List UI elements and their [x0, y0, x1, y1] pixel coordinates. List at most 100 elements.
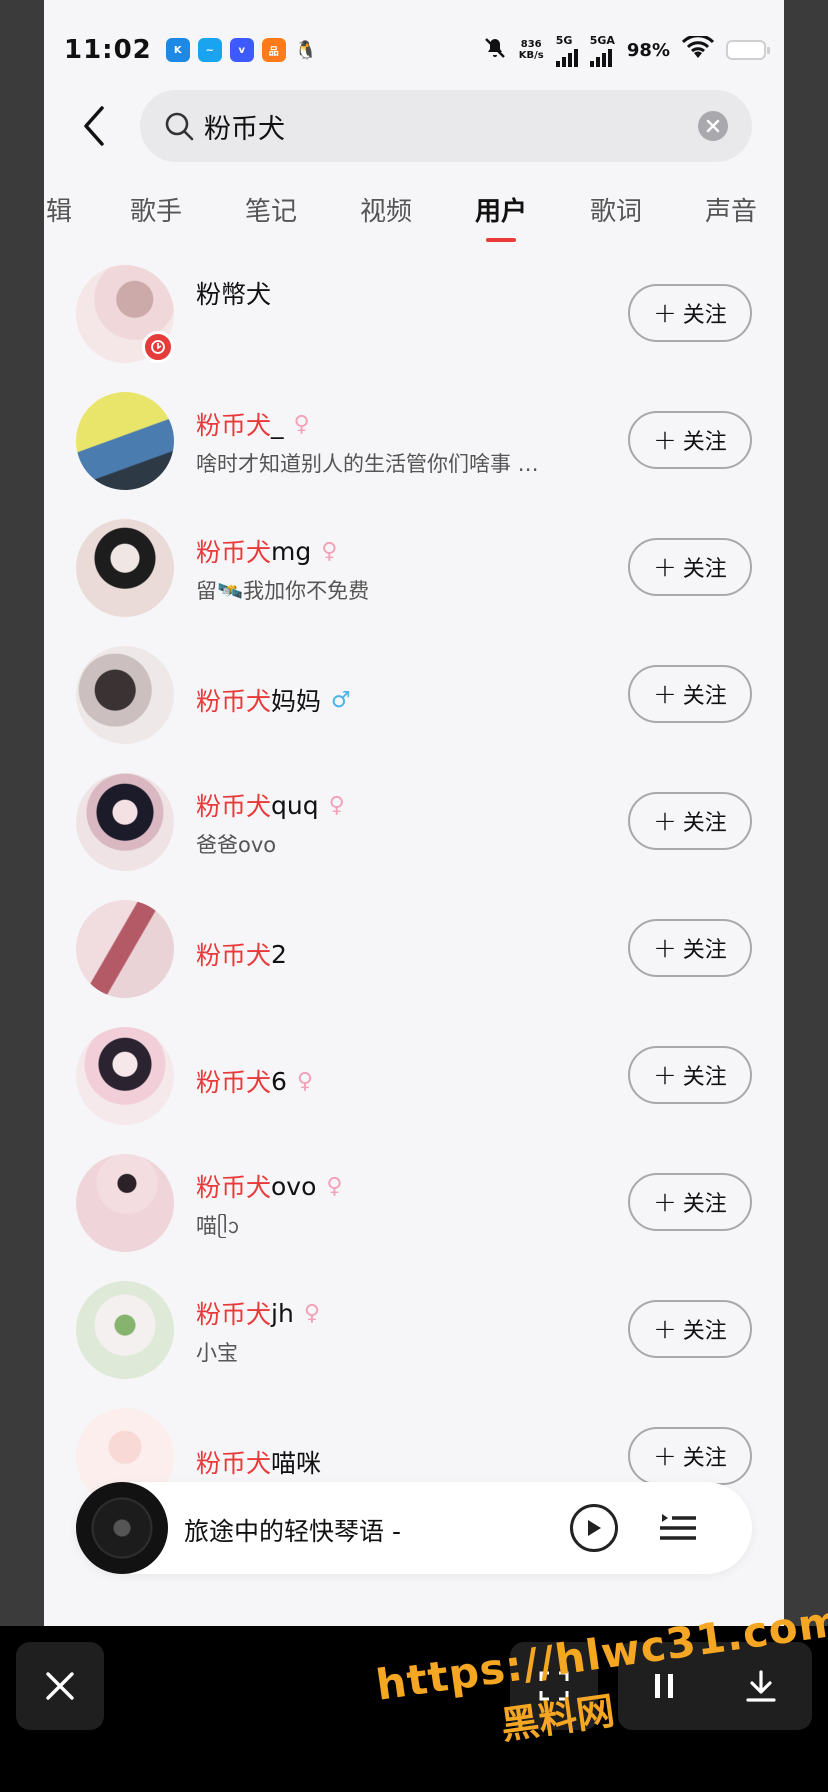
clear-search-button[interactable] [698, 111, 728, 141]
tab-notes[interactable]: 笔记 [245, 192, 297, 248]
tab-sounds[interactable]: 声音 [705, 192, 757, 248]
wifi-icon [681, 34, 715, 64]
song-title[interactable]: 旅途中的轻快琴语 - [184, 1512, 401, 1548]
plus-icon: + [653, 1185, 677, 1218]
follow-button[interactable]: + 关注 [628, 1300, 752, 1358]
phone-screen: 11:02 K ~ v 品 🐧 836 KB/s 5G 5GA 98% 粉币犬 … [44, 0, 784, 1626]
left-dim-area [0, 0, 44, 1626]
play-icon [588, 1520, 601, 1536]
user-name[interactable]: 粉币犬 2 [196, 936, 287, 972]
female-icon: ♀ [293, 411, 310, 437]
mini-player[interactable]: 旅途中的轻快琴语 - [76, 1482, 752, 1574]
battery-percent: 98% [626, 39, 670, 61]
user-row[interactable]: 粉币犬 quq ♀ 爸爸ovo + 关注 [44, 757, 784, 884]
avatar[interactable] [76, 1154, 174, 1252]
tab-videos[interactable]: 视频 [360, 192, 412, 248]
user-name[interactable]: 粉币犬 6 ♀ [196, 1063, 313, 1099]
follow-button[interactable]: + 关注 [628, 919, 752, 977]
user-name[interactable]: 粉币犬 quq ♀ [196, 787, 345, 823]
app-icon: ~ [197, 38, 222, 62]
search-tabs: 辑 歌手 笔记 视频 用户 歌词 声音 [44, 192, 784, 248]
back-button[interactable] [74, 102, 114, 150]
playlist-button[interactable] [656, 1506, 700, 1550]
follow-button[interactable]: + 关注 [628, 665, 752, 723]
user-row[interactable]: 粉币犬 ovo ♀ 喵ᥫᩣ + 关注 [44, 1138, 784, 1265]
tab-singer[interactable]: 歌手 [130, 192, 182, 248]
user-bio: 啥时才知道别人的生活管你们啥事 … [196, 452, 539, 476]
user-name[interactable]: 粉币犬 喵咪 [196, 1444, 321, 1480]
plus-icon: + [653, 296, 677, 329]
album-cover[interactable] [76, 1482, 168, 1574]
kugou-app-icon: K [165, 38, 190, 62]
follow-button[interactable]: + 关注 [628, 538, 752, 596]
user-row[interactable]: 粉币犬 mg ♀ 留🛰️我加你不免费 + 关注 [44, 503, 784, 630]
user-bio: 喵ᥫᩣ [196, 1214, 240, 1238]
follow-button[interactable]: + 关注 [628, 1427, 752, 1485]
avatar[interactable] [76, 646, 174, 744]
female-icon: ♀ [296, 1068, 314, 1094]
battery-icon [726, 40, 770, 60]
male-icon: ♂ [331, 687, 351, 713]
user-bio: 爸爸ovo [196, 833, 277, 857]
plus-icon: + [653, 550, 677, 583]
female-icon: ♀ [328, 792, 345, 818]
user-row[interactable]: 粉币犬 jh ♀ 小宝 + 关注 [44, 1265, 784, 1392]
user-name[interactable]: 粉币犬 妈妈 ♂ [196, 682, 351, 718]
plus-icon: + [653, 804, 677, 837]
user-name[interactable]: 粉币犬 mg ♀ [196, 533, 337, 569]
female-icon: ♀ [303, 1300, 320, 1326]
musician-badge-icon [142, 331, 174, 363]
user-name[interactable]: 粉幣犬 [196, 275, 271, 311]
search-input[interactable]: 粉币犬 [204, 107, 698, 146]
plus-icon: + [653, 677, 677, 710]
avatar[interactable] [76, 900, 174, 998]
avatar[interactable] [76, 392, 174, 490]
playlist-icon [660, 1514, 696, 1540]
female-icon: ♀ [321, 538, 338, 564]
search-icon [165, 112, 194, 141]
user-name[interactable]: 粉币犬 _ ♀ [196, 406, 310, 442]
signal-5g: 5G [555, 34, 578, 67]
search-bar[interactable]: 粉币犬 [140, 90, 752, 162]
avatar[interactable] [76, 519, 174, 617]
user-row[interactable]: 粉幣犬 + 关注 [44, 249, 784, 376]
plus-icon: + [653, 1312, 677, 1345]
tab-album[interactable]: 辑 [46, 192, 72, 248]
user-name[interactable]: 粉币犬 jh ♀ [196, 1295, 320, 1331]
signal-icon [555, 47, 578, 67]
user-row[interactable]: 粉币犬 妈妈 ♂ + 关注 [44, 630, 784, 757]
avatar[interactable] [76, 1027, 174, 1125]
close-icon [46, 1672, 74, 1700]
user-name[interactable]: 粉币犬 ovo ♀ [196, 1168, 343, 1204]
user-row[interactable]: 粉币犬 _ ♀ 啥时才知道别人的生活管你们啥事 … + 关注 [44, 376, 784, 503]
avatar[interactable] [76, 773, 174, 871]
status-bar: 11:02 K ~ v 品 🐧 836 KB/s 5G 5GA 98% [44, 32, 784, 68]
plus-icon: + [653, 1439, 677, 1472]
chevron-left-icon [84, 106, 104, 146]
vivo-app-icon: v [229, 38, 254, 62]
follow-button[interactable]: + 关注 [628, 1173, 752, 1231]
plus-icon: + [653, 931, 677, 964]
avatar[interactable] [76, 1281, 174, 1379]
signal-5ga: 5GA [589, 34, 615, 67]
follow-button[interactable]: + 关注 [628, 792, 752, 850]
plus-icon: + [653, 1058, 677, 1091]
status-time: 11:02 [64, 35, 152, 65]
follow-button[interactable]: + 关注 [628, 1046, 752, 1104]
female-icon: ♀ [326, 1173, 343, 1199]
follow-button[interactable]: + 关注 [628, 411, 752, 469]
signal-icon [589, 47, 612, 67]
qq-icon: 🐧 [294, 39, 317, 61]
user-bio: 小宝 [196, 1341, 238, 1365]
app-icon: 品 [261, 38, 286, 62]
tab-lyrics[interactable]: 歌词 [590, 192, 642, 248]
user-bio: 留🛰️我加你不免费 [196, 579, 370, 603]
follow-button[interactable]: + 关注 [628, 284, 752, 342]
tab-users[interactable]: 用户 [475, 192, 527, 248]
user-row[interactable]: 粉币犬 2 + 关注 [44, 884, 784, 1011]
close-icon [706, 119, 720, 133]
user-row[interactable]: 粉币犬 6 ♀ + 关注 [44, 1011, 784, 1138]
play-button[interactable] [570, 1504, 618, 1552]
net-speed: 836 KB/s [518, 39, 544, 61]
close-button[interactable] [16, 1642, 104, 1730]
